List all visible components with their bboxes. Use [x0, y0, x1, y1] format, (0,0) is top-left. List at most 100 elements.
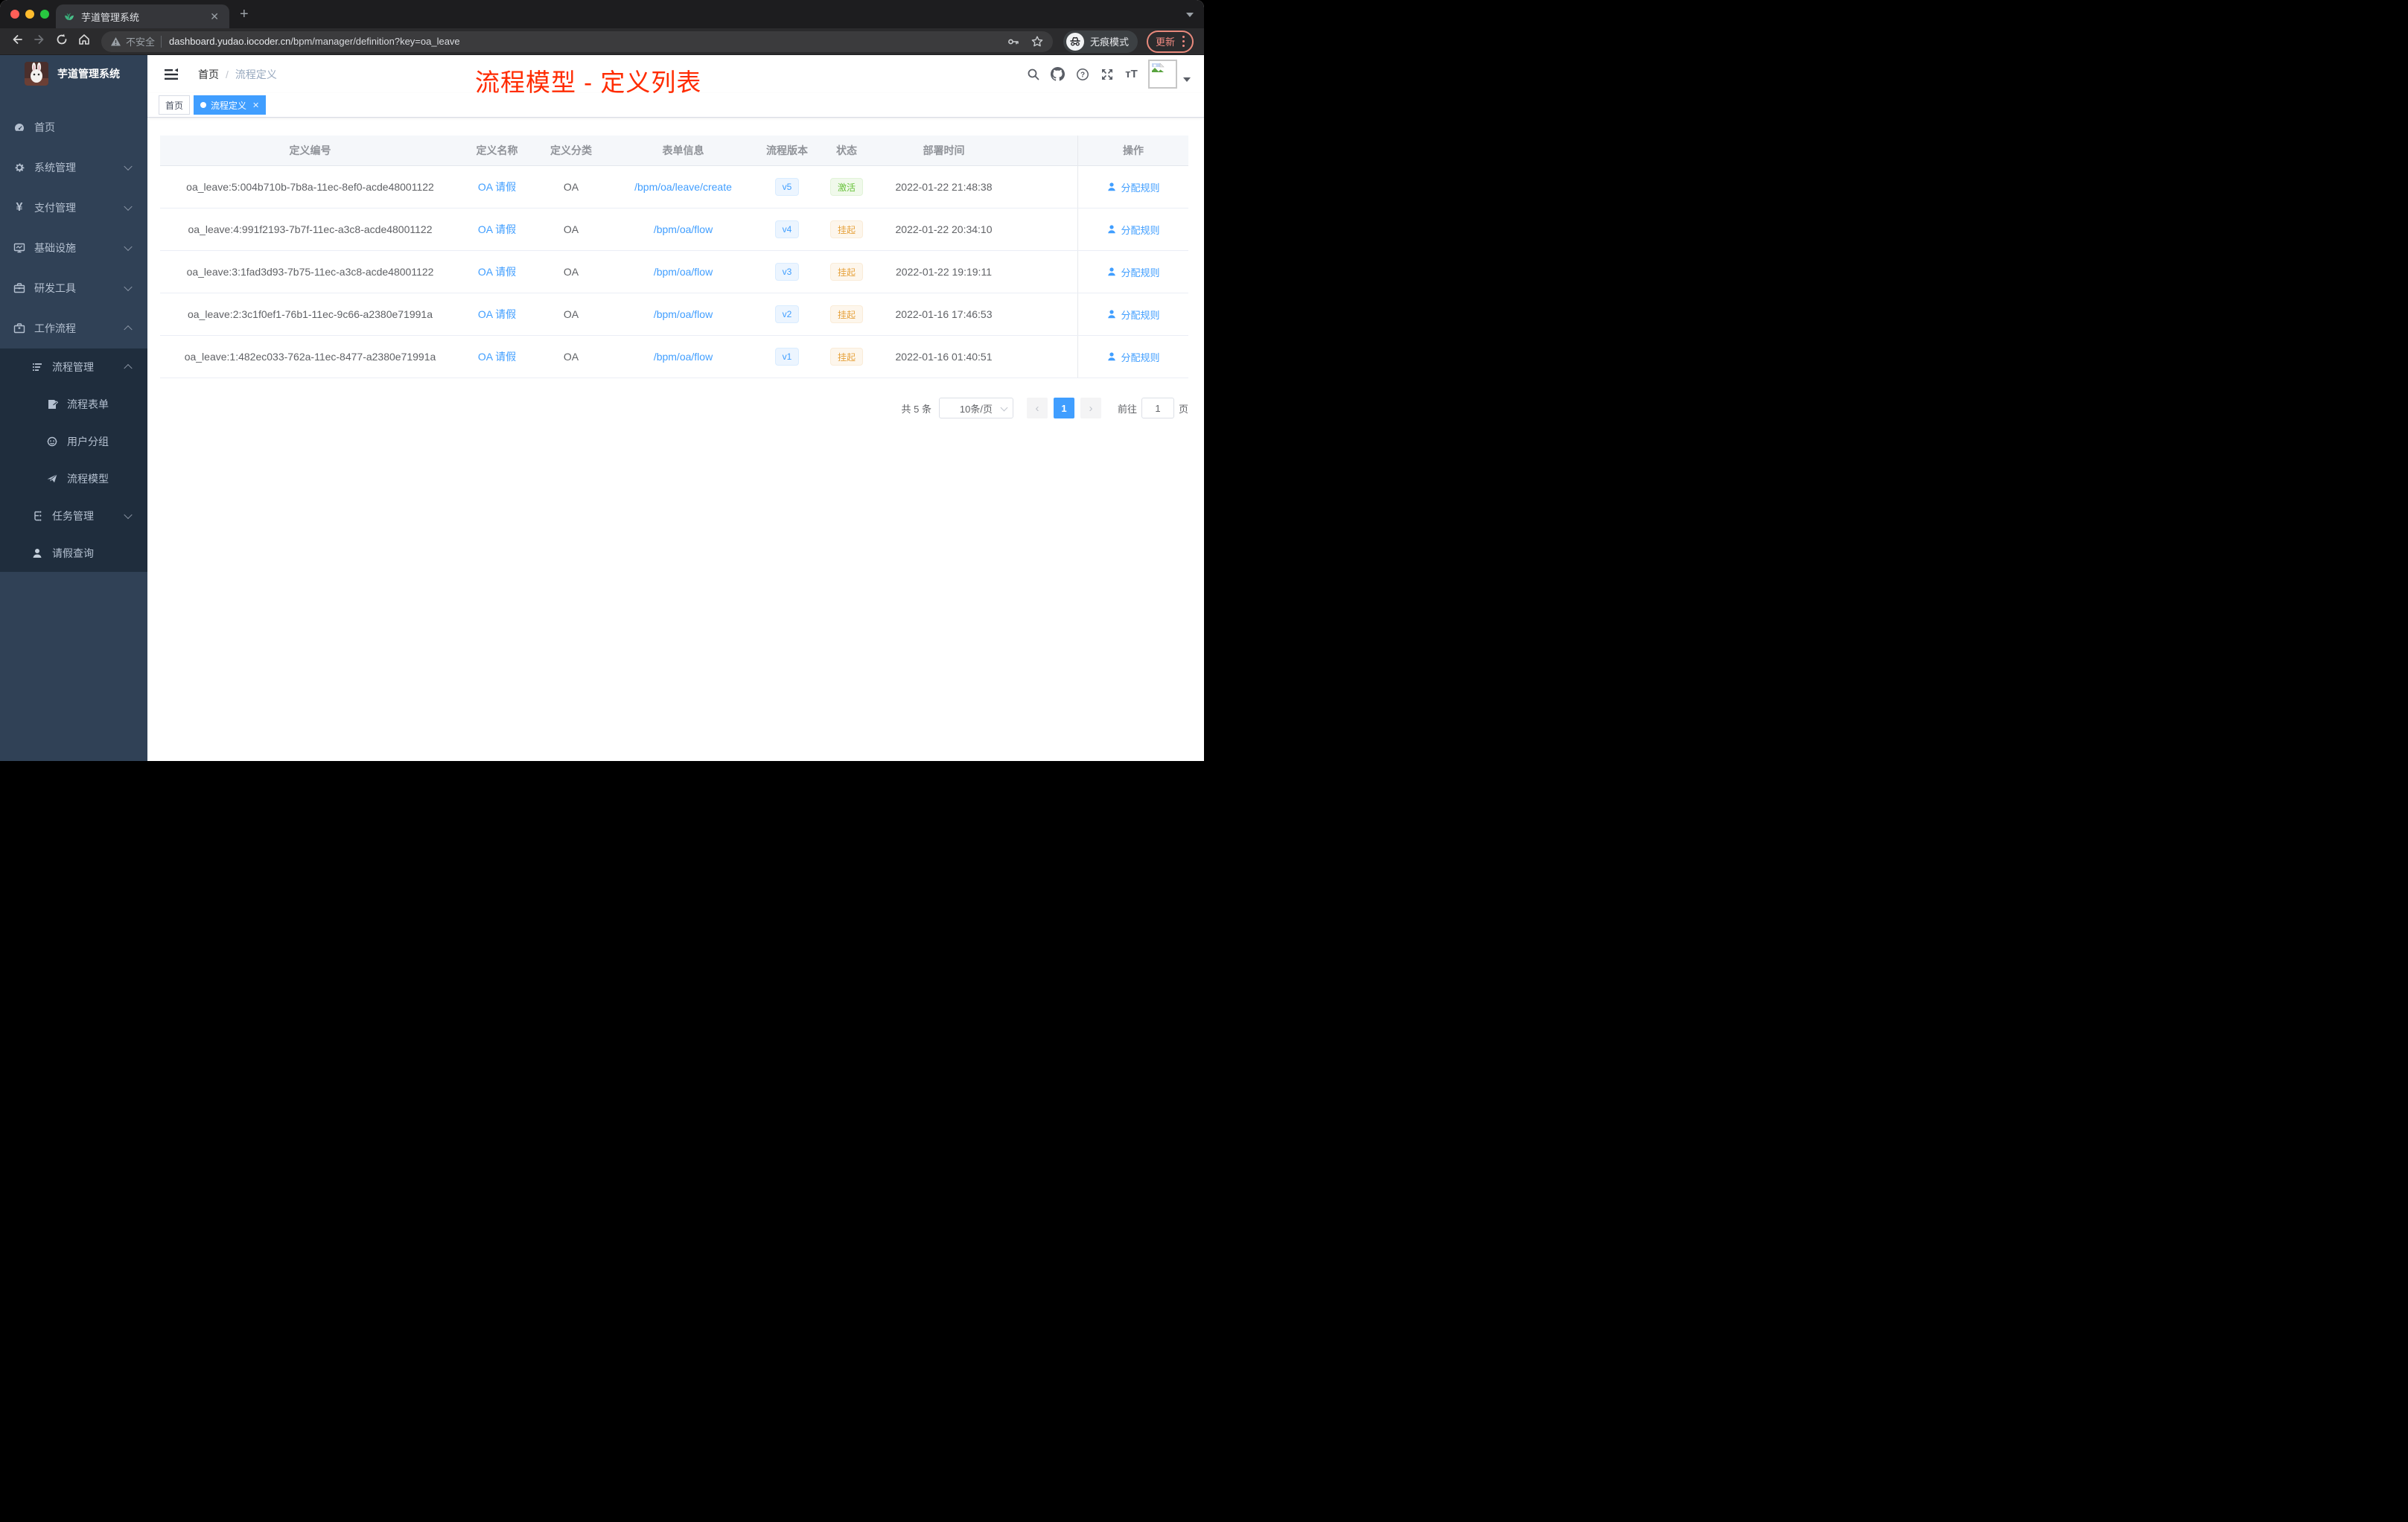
tag-label: 流程定义	[211, 100, 247, 111]
briefcase-icon	[13, 322, 25, 334]
definition-id: oa_leave:5:004b710b-7b8a-11ec-8ef0-acde4…	[186, 181, 434, 193]
chevron-down-icon	[124, 242, 133, 252]
form-info-link[interactable]: /bpm/oa/leave/create	[634, 181, 732, 193]
definition-table: 定义编号 定义名称 定义分类 表单信息 流程版本 状态 部署时间 操作 oa_l…	[160, 136, 1188, 378]
page-size-select[interactable]: 10条/页	[938, 398, 1013, 418]
sidebar-item-payment[interactable]: ¥ 支付管理	[0, 188, 147, 228]
new-tab-button[interactable]: +	[240, 7, 249, 22]
close-window-button[interactable]	[10, 10, 19, 19]
forward-button[interactable]	[28, 33, 51, 50]
tag-home[interactable]: 首页	[159, 95, 191, 115]
filler-cell	[1010, 208, 1077, 250]
definition-category: OA	[563, 223, 579, 235]
avatar-broken-image[interactable]	[1148, 60, 1177, 89]
sidebar-item-devtools[interactable]: 研发工具	[0, 268, 147, 308]
deploy-time: 2022-01-22 21:48:38	[895, 181, 993, 193]
navbar-right: ? тT	[1021, 55, 1204, 93]
address-bar[interactable]: 不安全 dashboard.yudao.iocoder.cn/bpm/manag…	[101, 31, 1053, 52]
breadcrumb-home[interactable]: 首页	[198, 67, 219, 82]
status-tag: 挂起	[829, 305, 863, 323]
toolbox-icon	[13, 282, 25, 294]
incognito-icon	[1066, 32, 1084, 51]
font-size-icon[interactable]: тT	[1119, 55, 1144, 93]
sidebar-item-label: 用户分组	[67, 436, 109, 448]
page-number-button[interactable]: 1	[1053, 398, 1074, 418]
tag-close-icon[interactable]: ✕	[252, 101, 259, 110]
incognito-label: 无痕模式	[1089, 36, 1129, 48]
column-header-name: 定义名称	[476, 144, 518, 156]
table-row: oa_leave:4:991f2193-7b7f-11ec-a3c8-acde4…	[160, 208, 1188, 251]
zoom-window-button[interactable]	[40, 10, 49, 19]
definition-id: oa_leave:4:991f2193-7b7f-11ec-a3c8-acde4…	[188, 223, 433, 235]
sidebar-item-leave-query[interactable]: 请假查询	[0, 535, 147, 572]
tag-process-definition[interactable]: 流程定义 ✕	[194, 95, 267, 115]
minimize-window-button[interactable]	[25, 10, 34, 19]
sidebar-item-label: 流程管理	[52, 361, 94, 373]
definition-name-link[interactable]: OA 请假	[478, 179, 516, 194]
goto-label: 前往	[1117, 403, 1137, 415]
sidebar-item-process-management[interactable]: 流程管理	[0, 348, 147, 386]
security-label[interactable]: 不安全	[126, 34, 155, 48]
sidebar-item-task-management[interactable]: 任务管理	[0, 497, 147, 535]
definition-name-link[interactable]: OA 请假	[478, 222, 516, 237]
sidebar-item-infrastructure[interactable]: 基础设施	[0, 228, 147, 268]
home-button[interactable]	[73, 33, 95, 50]
tab-search-chevron-icon[interactable]	[1186, 13, 1194, 17]
definition-id: oa_leave:1:482ec033-762a-11ec-8477-a2380…	[184, 351, 436, 363]
assign-rule-link[interactable]: 分配规则	[1106, 308, 1160, 322]
assign-rule-label: 分配规则	[1121, 182, 1160, 194]
list-icon	[31, 361, 43, 373]
url-text[interactable]: dashboard.yudao.iocoder.cn/bpm/manager/d…	[169, 36, 1007, 47]
tab-title: 芋道管理系统	[81, 11, 140, 23]
next-page-button[interactable]: ›	[1080, 398, 1101, 418]
tab-close-icon[interactable]: ✕	[207, 10, 222, 23]
github-icon[interactable]	[1045, 55, 1070, 93]
sidebar-item-process-form[interactable]: 流程表单	[0, 386, 147, 423]
version-tag: v4	[774, 220, 800, 238]
sidebar-menu: 首页 系统管理 ¥ 支付管理 基础设施 研发工具 工作流程 流程管理 流程表单 …	[0, 107, 147, 572]
definition-id: oa_leave:3:1fad3d93-7b75-11ec-a3c8-acde4…	[186, 266, 434, 278]
fullscreen-icon[interactable]	[1095, 55, 1119, 93]
avatar-dropdown-caret-icon[interactable]	[1183, 77, 1191, 82]
status-tag: 挂起	[829, 220, 863, 238]
goto-page-input[interactable]	[1141, 398, 1174, 418]
form-info-link[interactable]: /bpm/oa/flow	[654, 266, 713, 278]
sidebar-item-user-group[interactable]: 用户分组	[0, 423, 147, 460]
form-info-link[interactable]: /bpm/oa/flow	[654, 308, 713, 320]
sidebar-item-label: 任务管理	[52, 510, 94, 522]
deploy-time: 2022-01-16 01:40:51	[895, 351, 993, 363]
sidebar-item-workflow[interactable]: 工作流程	[0, 308, 147, 348]
update-label[interactable]: 更新	[1156, 34, 1175, 48]
paper-plane-icon	[46, 473, 58, 485]
definition-name-link[interactable]: OA 请假	[478, 349, 516, 364]
password-key-icon[interactable]	[1007, 35, 1020, 48]
sidebar-item-system[interactable]: 系统管理	[0, 147, 147, 188]
reload-button[interactable]	[51, 33, 73, 50]
main-area: 首页 / 流程定义 ? тT 首页 流程定义 ✕ 定义编号 定义名称 定义分类 …	[147, 55, 1204, 761]
bookmark-star-icon[interactable]	[1031, 35, 1044, 48]
definition-name-link[interactable]: OA 请假	[478, 264, 516, 279]
prev-page-button[interactable]: ‹	[1026, 398, 1048, 418]
assign-rule-link[interactable]: 分配规则	[1106, 265, 1160, 279]
app-title: 芋道管理系统	[57, 68, 120, 80]
assign-rule-label: 分配规则	[1121, 309, 1160, 321]
definition-category: OA	[563, 308, 579, 320]
browser-tab[interactable]: 芋道管理系统 ✕	[56, 4, 229, 28]
sidebar-item-home[interactable]: 首页	[0, 107, 147, 147]
back-button[interactable]	[6, 33, 28, 50]
sidebar-logo-row[interactable]: 芋道管理系统	[0, 55, 147, 92]
tags-view-bar: 首页 流程定义 ✕	[147, 93, 1204, 118]
deploy-time: 2022-01-16 17:46:53	[895, 308, 993, 320]
kebab-menu-icon[interactable]	[1182, 36, 1185, 47]
chrome-update-menu[interactable]: 更新	[1146, 30, 1194, 53]
form-info-link[interactable]: /bpm/oa/flow	[654, 223, 713, 235]
search-icon[interactable]	[1021, 55, 1045, 93]
assign-rule-link[interactable]: 分配规则	[1106, 180, 1160, 194]
sidebar-item-process-model[interactable]: 流程模型	[0, 460, 147, 497]
help-icon[interactable]: ?	[1070, 55, 1095, 93]
definition-name-link[interactable]: OA 请假	[478, 307, 516, 322]
sidebar-toggle-icon[interactable]	[164, 68, 179, 81]
assign-rule-link[interactable]: 分配规则	[1106, 223, 1160, 237]
form-info-link[interactable]: /bpm/oa/flow	[654, 351, 713, 363]
assign-rule-link[interactable]: 分配规则	[1106, 350, 1160, 364]
